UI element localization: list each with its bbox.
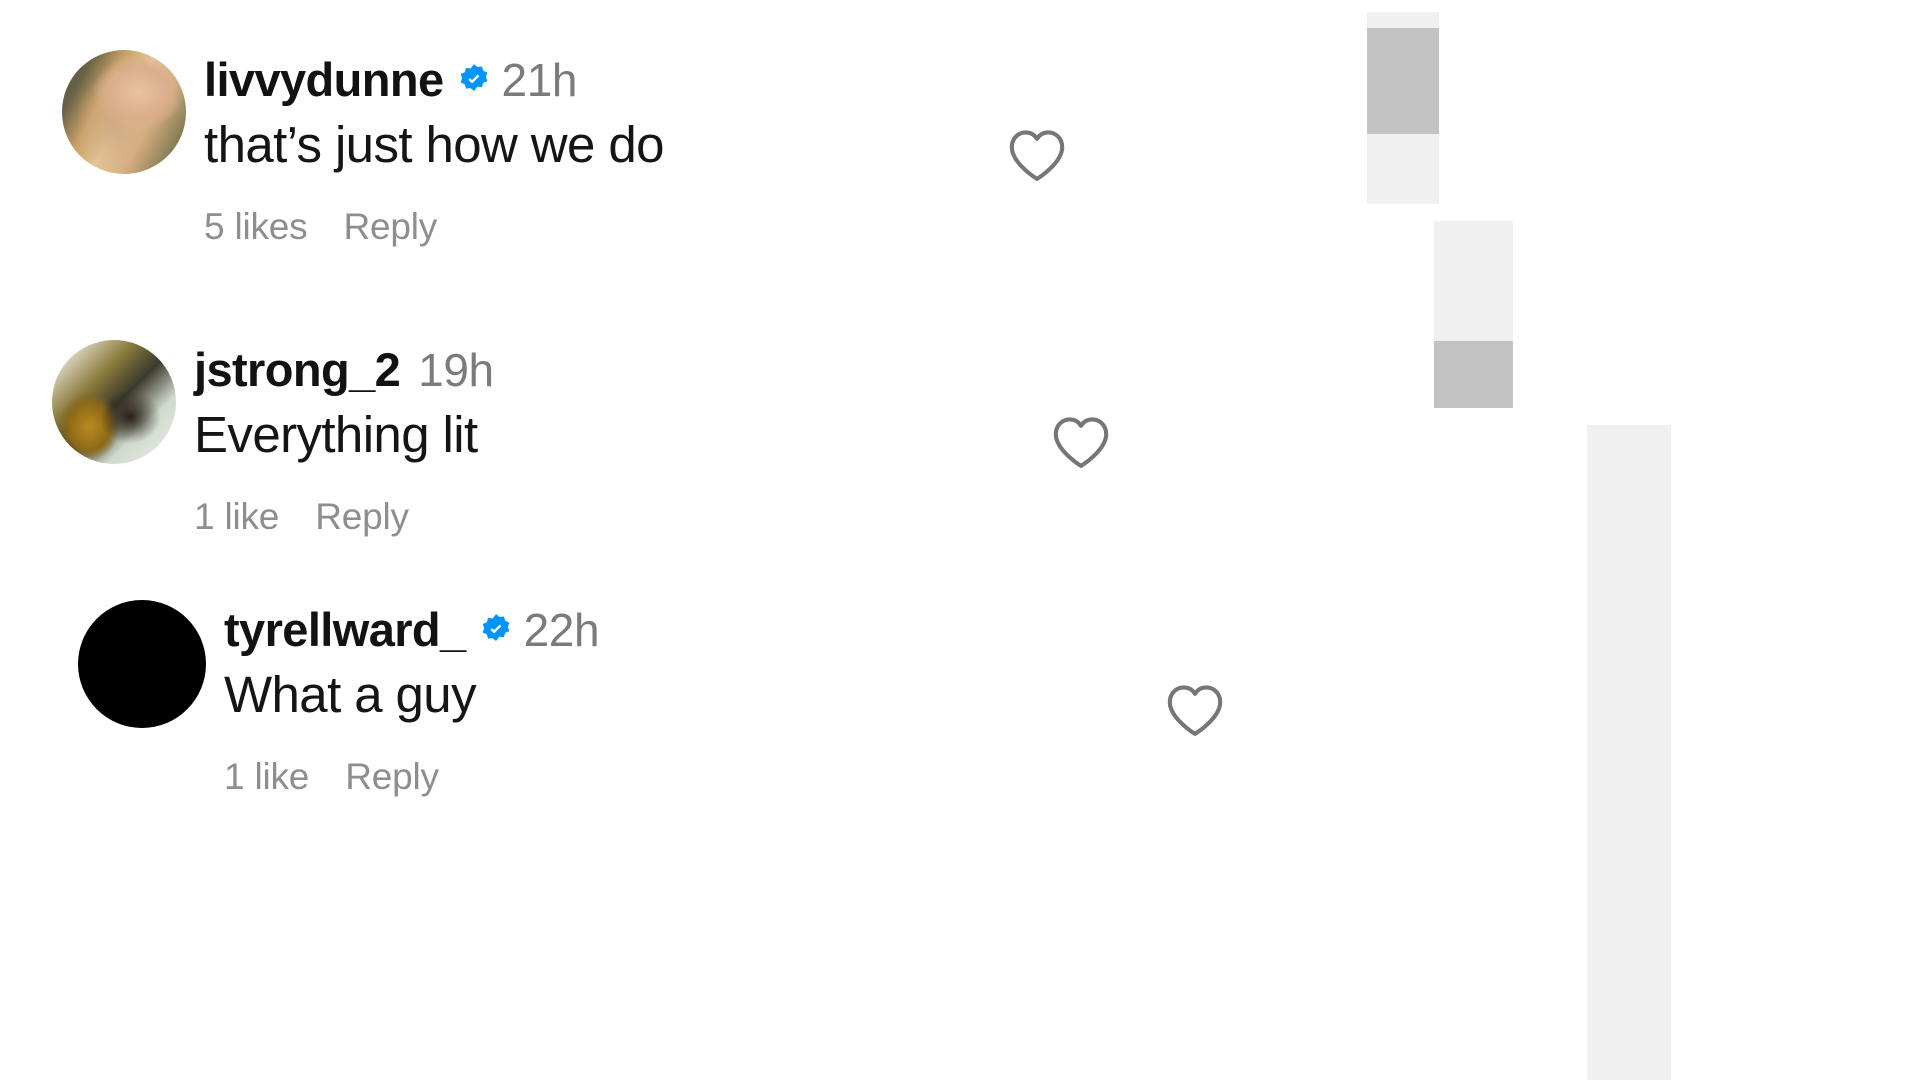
comment-timestamp: 21h [501,53,578,106]
comments-screen: livvydunne 21h that’s just how we do 5 l… [0,0,1920,1080]
like-count[interactable]: 1 like [194,498,279,535]
avatar[interactable] [52,340,176,464]
comment-meta: 5 likes Reply [204,208,664,245]
verified-badge-icon [457,63,491,97]
comment-body: jstrong_2 19h Everything lit 1 like Repl… [194,340,494,535]
comment-username[interactable]: tyrellward_ [224,606,466,653]
like-heart-icon[interactable] [1050,413,1112,471]
like-count[interactable]: 5 likes [204,208,308,245]
reply-button[interactable]: Reply [315,498,409,535]
comment-username[interactable]: jstrong_2 [194,346,401,393]
scrollbar-track[interactable] [1587,425,1671,1080]
comment-item[interactable]: jstrong_2 19h Everything lit 1 like Repl… [52,340,494,535]
reply-button[interactable]: Reply [343,208,437,245]
avatar[interactable] [62,50,186,174]
comment-header: livvydunne 21h [204,56,664,103]
comment-meta: 1 like Reply [194,498,494,535]
reply-button[interactable]: Reply [345,758,439,795]
scrollbar-track[interactable] [1434,221,1513,408]
comment-timestamp: 22h [523,603,600,656]
verified-badge-icon [479,613,513,647]
scrollbar-track[interactable] [1367,12,1439,204]
comment-item[interactable]: tyrellward_ 22h What a guy 1 like Reply [78,600,600,795]
comment-text: Everything lit [194,406,478,463]
like-heart-icon[interactable] [1164,681,1226,739]
comment-body: livvydunne 21h that’s just how we do 5 l… [204,50,665,245]
comment-body: tyrellward_ 22h What a guy 1 like Reply [224,600,600,795]
comment-item[interactable]: livvydunne 21h that’s just how we do 5 l… [62,50,665,245]
comment-meta: 1 like Reply [224,758,599,795]
comment-text: that’s just how we do [204,116,665,173]
comment-timestamp: 19h [418,343,494,396]
like-count[interactable]: 1 like [224,758,309,795]
comment-header: jstrong_2 19h [194,346,494,393]
comment-username[interactable]: livvydunne [204,56,444,103]
comment-text: What a guy [224,666,477,723]
comment-header: tyrellward_ 22h [224,603,600,656]
avatar[interactable] [78,600,206,728]
scrollbar-thumb[interactable] [1434,341,1513,408]
like-heart-icon[interactable] [1006,126,1068,184]
scrollbar-thumb[interactable] [1367,28,1439,134]
